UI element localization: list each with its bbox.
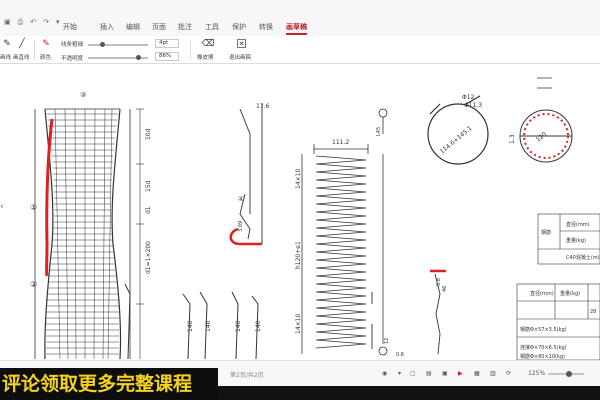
- play-icon[interactable]: ▶: [458, 370, 463, 377]
- red-hook-mark: [229, 227, 262, 246]
- dim-140-d: 140: [255, 320, 262, 332]
- circle-label-4: ④: [238, 195, 244, 203]
- dim-140-c: 140: [235, 320, 242, 332]
- circle-label-2: ②: [30, 280, 37, 289]
- table2-row3: 钢筋Φ×80×10(kg): [520, 353, 565, 360]
- grid-icon[interactable]: ▦: [474, 370, 480, 377]
- dim-d1: d1: [145, 206, 152, 214]
- dim-17-6: 17.6: [256, 103, 270, 110]
- dim-1-3: 1.3: [509, 134, 516, 144]
- line-width-label: 线条粗细: [61, 42, 84, 48]
- video-bottom-strip: [218, 386, 600, 400]
- dim-15d: 15d: [145, 180, 152, 192]
- table2-weight: 重量(kg): [560, 290, 580, 297]
- dim-120: 120: [535, 131, 548, 144]
- draw-line-label[interactable]: 画线: [0, 53, 11, 61]
- reading-icon[interactable]: ▥: [490, 370, 496, 377]
- tab-home[interactable]: 开始: [63, 22, 77, 32]
- undo-icon[interactable]: ↶: [30, 18, 36, 27]
- dim-46: 46: [442, 286, 448, 292]
- table2-row1: 钢筋Φ×57×3.5(kg): [520, 326, 567, 333]
- dim-14x10-bottom: 14×10: [295, 314, 302, 334]
- document-canvas[interactable]: ③ ① ② 10d 15d d1 d1=1×200 140 140 140 14…: [0, 64, 600, 360]
- table2-row2: 连接Φ×70×6.5(kg): [520, 344, 567, 351]
- line-width-value[interactable]: 4pt: [155, 39, 179, 48]
- circle-label-1: ①: [30, 203, 37, 212]
- dim-140-a: 140: [187, 320, 194, 332]
- dim-label-3-09: 3.09: [238, 221, 244, 232]
- draw-straight-line-label[interactable]: 画直线: [13, 53, 30, 61]
- print-icon[interactable]: ⎙: [18, 18, 24, 27]
- table2-value-28: 28: [590, 309, 596, 315]
- rebar-drawing: ③ ① ② 10d 15d d1 d1=1×200 140 140 140 14…: [30, 77, 600, 360]
- tab-comment[interactable]: 批注: [178, 22, 192, 32]
- table1-steel: 钢筋: [541, 229, 551, 236]
- dim-140-b: 140: [205, 320, 212, 332]
- exit-icon[interactable]: ✕: [237, 39, 246, 48]
- dim-phi12: Φ12: [462, 94, 475, 101]
- opacity-label: 不透明度: [61, 56, 84, 62]
- table1-weight: 重量(kg): [566, 237, 586, 244]
- dim-hoop-length: 114.6+145.1: [439, 125, 474, 156]
- color-pen-icon[interactable]: ✎: [40, 39, 52, 49]
- eraser-icon[interactable]: ⌫: [202, 39, 215, 49]
- separator: [190, 40, 191, 60]
- page-view-icon[interactable]: ▢: [410, 370, 416, 377]
- dim-l45: L45: [376, 127, 382, 136]
- ribbon-tab-bar: ▣ ⎙ ↶ ↷ ▾ 开始 插入 编辑 页面 批注 工具 保护 转换 画草稿: [0, 0, 600, 36]
- collapse-sidebar-icon[interactable]: ‹: [0, 202, 4, 212]
- dim-12: 12: [384, 338, 390, 344]
- tab-protect[interactable]: 保护: [232, 22, 246, 32]
- eraser-label[interactable]: 橡皮擦: [197, 53, 214, 61]
- dim-0-6: 0.6: [396, 352, 404, 358]
- exit-draft-label[interactable]: 退出画稿: [229, 53, 251, 61]
- save-icon[interactable]: ▣: [4, 18, 11, 27]
- pdf-editor-window: ▣ ⎙ ↶ ↷ ▾ 开始 插入 编辑 页面 批注 工具 保护 转换 画草稿 ✎ …: [0, 0, 600, 400]
- color-label[interactable]: 颜色: [40, 53, 51, 61]
- subtitle-banner: 评论领取更多完整课程: [0, 368, 218, 400]
- tab-convert[interactable]: 转换: [259, 22, 273, 32]
- separator: [34, 40, 35, 60]
- tab-edit[interactable]: 编辑: [126, 22, 140, 32]
- tab-tools[interactable]: 工具: [205, 22, 219, 32]
- table2-diameter: 直径(mm): [530, 290, 554, 297]
- fit-icon[interactable]: ▣: [442, 370, 448, 377]
- circle-label-3: ③: [80, 91, 86, 99]
- rotate-icon[interactable]: ⟳: [506, 370, 511, 377]
- table1-diameter: 直径(mm): [566, 221, 590, 228]
- zoom-level[interactable]: 125%: [528, 370, 545, 377]
- opacity-value[interactable]: 86%: [155, 52, 179, 61]
- zoom-slider[interactable]: [548, 371, 584, 377]
- line-width-slider[interactable]: [88, 42, 148, 47]
- dim-phi11-3: Φ11.3: [464, 102, 482, 109]
- line-icon[interactable]: ╱: [16, 39, 28, 49]
- tab-draft[interactable]: 画草稿: [286, 22, 307, 35]
- dim-14x10-top: 14×10: [295, 169, 302, 189]
- quick-access-toolbar: ▣ ⎙ ↶ ↷ ▾: [4, 18, 60, 27]
- tab-page[interactable]: 页面: [152, 22, 166, 32]
- layout-icon[interactable]: ▾: [398, 370, 401, 377]
- dim-10d: 10d: [145, 128, 152, 140]
- eye-icon[interactable]: ◉: [382, 370, 387, 377]
- tab-insert[interactable]: 插入: [100, 22, 114, 32]
- page-indicator[interactable]: 第2页/共2页: [230, 370, 264, 379]
- opacity-slider[interactable]: [88, 55, 148, 60]
- double-page-icon[interactable]: ▤: [426, 370, 432, 377]
- dim-h120: h120+e1: [295, 241, 302, 269]
- pen-icon[interactable]: ✎: [1, 39, 13, 49]
- dim-111-2: 111.2: [332, 139, 349, 146]
- dropdown-icon[interactable]: ▾: [56, 18, 60, 27]
- table1-concrete: C40混凝土(m): [566, 254, 600, 261]
- redo-icon[interactable]: ↷: [43, 18, 49, 27]
- dim-d1-x200: d1=1×200: [145, 241, 152, 274]
- ribbon-toolbar: ✎ ╱ 画线 画直线 ✎ 颜色 线条粗细 4pt 不透明度 86% ⌫ 橡皮擦 …: [0, 36, 600, 64]
- dim-5-8: 5.8: [436, 278, 442, 286]
